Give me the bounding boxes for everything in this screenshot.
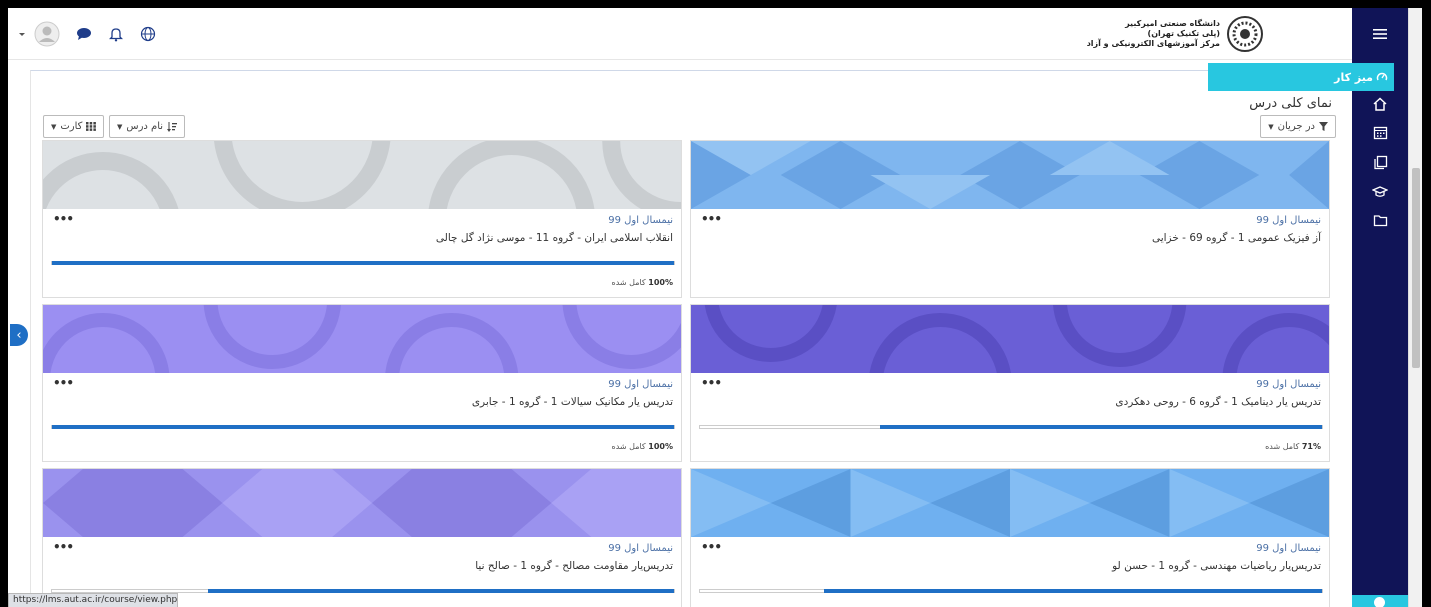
info-icon [1374,597,1385,607]
folder-icon[interactable] [1370,210,1390,230]
language-globe-icon[interactable] [138,24,158,44]
course-name-link[interactable]: انقلاب اسلامی ایران - گروه 11 - موسی نژا… [436,232,673,244]
chevron-left-icon: ‹ [16,327,22,343]
home-icon[interactable] [1370,94,1390,114]
graduation-cap-icon[interactable] [1370,182,1390,202]
course-card[interactable]: ••• نیمسال اول 99 انقلاب اسلامی ایران - … [42,140,682,298]
sort-label: نام درس [126,121,164,132]
info-button[interactable] [1352,595,1408,607]
course-term: نیمسال اول 99 [608,379,673,390]
progress-suffix: کامل شده [611,278,646,287]
course-name-link[interactable]: تدریس یار مکانیک سیالات 1 - گروه 1 - جاب… [472,396,673,408]
university-seal-icon [1227,16,1263,52]
logo-text: دانشگاه صنعتی امیرکبیر (پلی تکنیک تهران)… [1087,19,1220,49]
course-image[interactable] [43,141,681,209]
progress-fill [52,425,674,429]
messages-icon[interactable] [74,24,94,44]
progress-bar [51,261,675,265]
status-bar-url: https://lms.aut.ac.ir/course/view.php [8,593,178,607]
progress-fill [880,425,1322,429]
menu-icon[interactable] [1370,24,1390,44]
course-actions-button[interactable]: ••• [53,540,74,554]
course-card[interactable]: ••• نیمسال اول 99 تدریس یار مکانیک سیالا… [42,304,682,462]
grid-icon [86,122,97,131]
course-card[interactable]: ••• نیمسال اول 99 تدریس‌یار مقاومت مصالح… [42,468,682,607]
course-term: نیمسال اول 99 [1256,215,1321,226]
course-actions-button[interactable]: ••• [53,376,74,390]
user-menu-caret-icon[interactable] [12,24,32,44]
course-name-link[interactable]: تدریس‌یار مقاومت مصالح - گروه 1 - صالح ن… [475,560,673,572]
course-card[interactable]: ••• نیمسال اول 99 تدریس‌یار ریاضیات مهند… [690,468,1330,607]
progress-percent: 71% [1301,442,1321,451]
view-label: کارت [60,121,83,132]
course-actions-button[interactable]: ••• [53,212,74,226]
course-image[interactable] [691,141,1329,209]
block-collapse-button[interactable]: ‹ [10,324,28,346]
sort-dropdown[interactable]: نام درس ▼ [109,115,186,138]
course-term: نیمسال اول 99 [1256,543,1321,554]
course-term: نیمسال اول 99 [608,543,673,554]
progress-percent: 100% [648,442,673,451]
progress-text: 100% کامل شده [612,278,674,287]
course-actions-button[interactable]: ••• [701,212,722,226]
progress-suffix: کامل شده [1265,442,1300,451]
block-title: نمای کلی درس [1249,96,1332,111]
page-scrollbar[interactable] [1408,8,1422,607]
notifications-icon[interactable] [106,24,126,44]
progress-suffix: کامل شده [611,442,646,451]
course-card[interactable]: ••• نیمسال اول 99 آز فیزیک عمومی 1 - گرو… [690,140,1330,298]
chevron-down-icon: ▼ [117,122,123,131]
course-term: نیمسال اول 99 [608,215,673,226]
course-image[interactable] [43,469,681,537]
filter-icon [1319,122,1328,131]
dashboard-gauge-icon [1376,72,1388,81]
course-actions-button[interactable]: ••• [701,540,722,554]
course-actions-button[interactable]: ••• [701,376,722,390]
course-card[interactable]: ••• نیمسال اول 99 تدریس یار دینامیک 1 - … [690,304,1330,462]
course-name-link[interactable]: آز فیزیک عمومی 1 - گروه 69 - خزایی [1152,232,1321,244]
scrollbar-thumb[interactable] [1412,168,1420,368]
chevron-down-icon: ▼ [1268,122,1274,131]
view-dropdown[interactable]: کارت ▼ [43,115,105,138]
university-logo[interactable]: دانشگاه صنعتی امیرکبیر (پلی تکنیک تهران)… [1087,14,1264,54]
progress-fill [824,589,1322,593]
progress-bar [699,425,1323,429]
course-term: نیمسال اول 99 [1256,379,1321,390]
logo-line-1: دانشگاه صنعتی امیرکبیر [1125,19,1220,28]
progress-text: 71% کامل شده [1265,442,1321,451]
progress-fill [52,261,674,265]
user-avatar-icon[interactable] [34,21,60,47]
course-image[interactable] [691,305,1329,373]
chevron-down-icon: ▼ [51,122,57,131]
sort-icon [167,121,178,132]
calendar-icon[interactable] [1370,122,1390,142]
progress-percent: 100% [648,278,673,287]
course-name-link[interactable]: تدریس یار دینامیک 1 - گروه 6 - روحی دهکر… [1115,396,1321,408]
logo-line-3: مرکز آموزشهای الکترونیکی و آزاد [1086,39,1220,48]
dashboard-nav-item[interactable]: میز کار [1208,63,1394,91]
progress-fill [207,589,674,593]
course-image[interactable] [43,305,681,373]
top-navbar: دانشگاه صنعتی امیرکبیر (پلی تکنیک تهران)… [8,8,1352,60]
progress-bar [699,589,1323,593]
progress-text: 100% کامل شده [612,442,674,451]
progress-bar [51,425,675,429]
filter-label: در جریان [1277,121,1315,132]
dashboard-label: میز کار [1334,70,1373,84]
filter-dropdown[interactable]: در جریان ▼ [1260,115,1336,138]
logo-line-2: (پلی تکنیک تهران) [1147,29,1220,38]
course-name-link[interactable]: تدریس‌یار ریاضیات مهندسی - گروه 1 - حسن … [1112,560,1321,572]
files-icon[interactable] [1370,152,1390,172]
course-image[interactable] [691,469,1329,537]
nav-drawer [1352,8,1408,607]
browser-viewport: دانشگاه صنعتی امیرکبیر (پلی تکنیک تهران)… [8,8,1422,607]
